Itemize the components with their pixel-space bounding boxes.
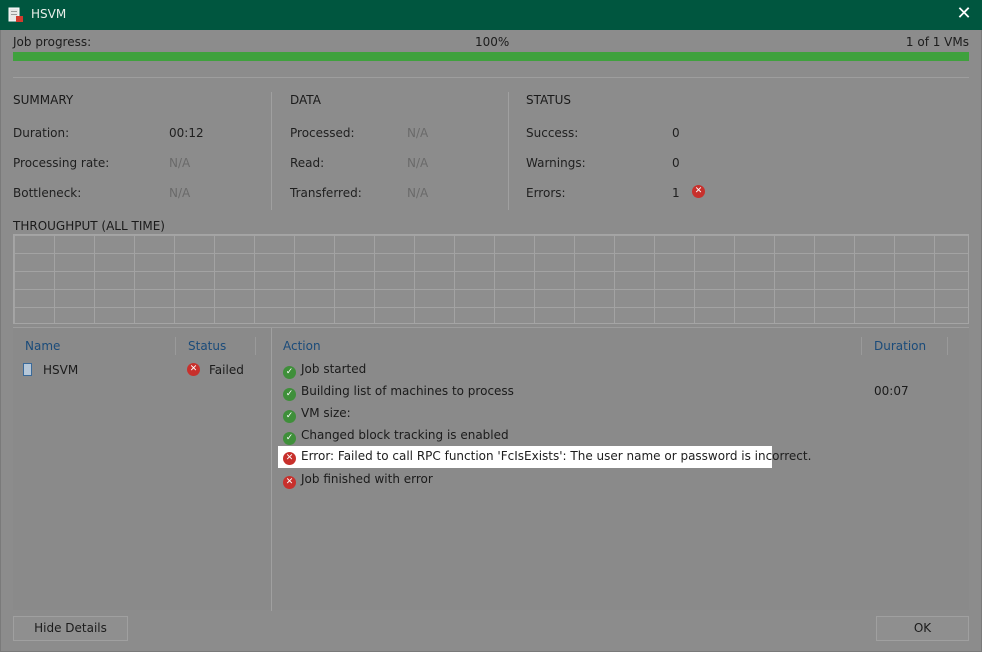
job-details-window: Job progress: 100% 1 of 1 VMs SUMMARY Du… [1,30,981,651]
bottleneck-label: Bottleneck: [13,186,82,200]
action-text: Job started [301,362,367,376]
job-progress-fill [13,52,969,61]
action-text: VM size: [301,406,351,420]
transferred-label: Transferred: [290,186,362,200]
header-divider [255,337,256,355]
column-divider [271,92,272,210]
job-progress-bar [13,52,969,61]
warnings-value: 0 [672,156,680,170]
job-progress-label: Job progress: [13,35,92,49]
processing-rate-label: Processing rate: [13,156,110,170]
success-icon: ✓ [283,432,296,445]
action-header[interactable]: Action [283,339,321,353]
vm-status: Failed [209,363,244,377]
processed-value: N/A [407,126,429,140]
ok-button[interactable]: OK [876,616,969,641]
action-text: Error: Failed to call RPC function 'FcIs… [301,449,812,463]
vm-name: HSVM [43,363,79,377]
throughput-title: THROUGHPUT (ALL TIME) [13,219,165,233]
error-icon: ✕ [692,185,705,198]
action-row-error-highlighted[interactable]: ✕ Error: Failed to call RPC function 'Fc… [278,446,811,468]
duration-value: 00:12 [169,126,204,140]
details-panel: Name Status HSVM ✕ Failed Action Duratio… [13,327,969,611]
bottleneck-value: N/A [169,186,191,200]
divider [13,77,969,78]
job-progress-row: Job progress: 100% 1 of 1 VMs [13,35,969,51]
close-icon: ✕ [956,3,972,24]
error-icon: ✕ [187,363,200,376]
hide-details-button[interactable]: Hide Details [13,616,128,641]
read-value: N/A [407,156,429,170]
column-divider [508,92,509,210]
title-bar: HSVM ✕ [0,0,982,30]
close-button[interactable]: ✕ [952,3,976,27]
error-icon: ✕ [283,452,296,465]
action-text: Job finished with error [301,472,433,486]
header-divider [947,337,948,355]
summary-title: SUMMARY [13,93,74,107]
duration-header[interactable]: Duration [874,339,926,353]
throughput-chart [13,234,969,324]
duration-label: Duration: [13,126,70,140]
header-divider [861,337,862,355]
window-title: HSVM [31,7,67,21]
vm-name-header[interactable]: Name [25,339,60,353]
panel-divider [271,328,272,611]
transferred-value: N/A [407,186,429,200]
errors-value: 1 [672,186,680,200]
success-value: 0 [672,126,680,140]
read-label: Read: [290,156,325,170]
job-progress-percent: 100% [475,35,510,49]
vm-icon [23,363,32,376]
processed-label: Processed: [290,126,355,140]
success-icon: ✓ [283,366,296,379]
data-title: DATA [290,93,321,107]
status-title: STATUS [526,93,572,107]
success-icon: ✓ [283,410,296,423]
errors-label: Errors: [526,186,566,200]
vm-status-header[interactable]: Status [188,339,226,353]
success-label: Success: [526,126,579,140]
success-icon: ✓ [283,388,296,401]
header-divider [175,337,176,355]
action-text: Changed block tracking is enabled [301,428,509,442]
action-text: Building list of machines to process [301,384,514,398]
action-duration: 00:07 [874,384,909,398]
processing-rate-value: N/A [169,156,191,170]
error-icon: ✕ [283,476,296,489]
warnings-label: Warnings: [526,156,586,170]
veeam-job-icon [8,7,23,22]
job-progress-count: 1 of 1 VMs [905,35,969,49]
